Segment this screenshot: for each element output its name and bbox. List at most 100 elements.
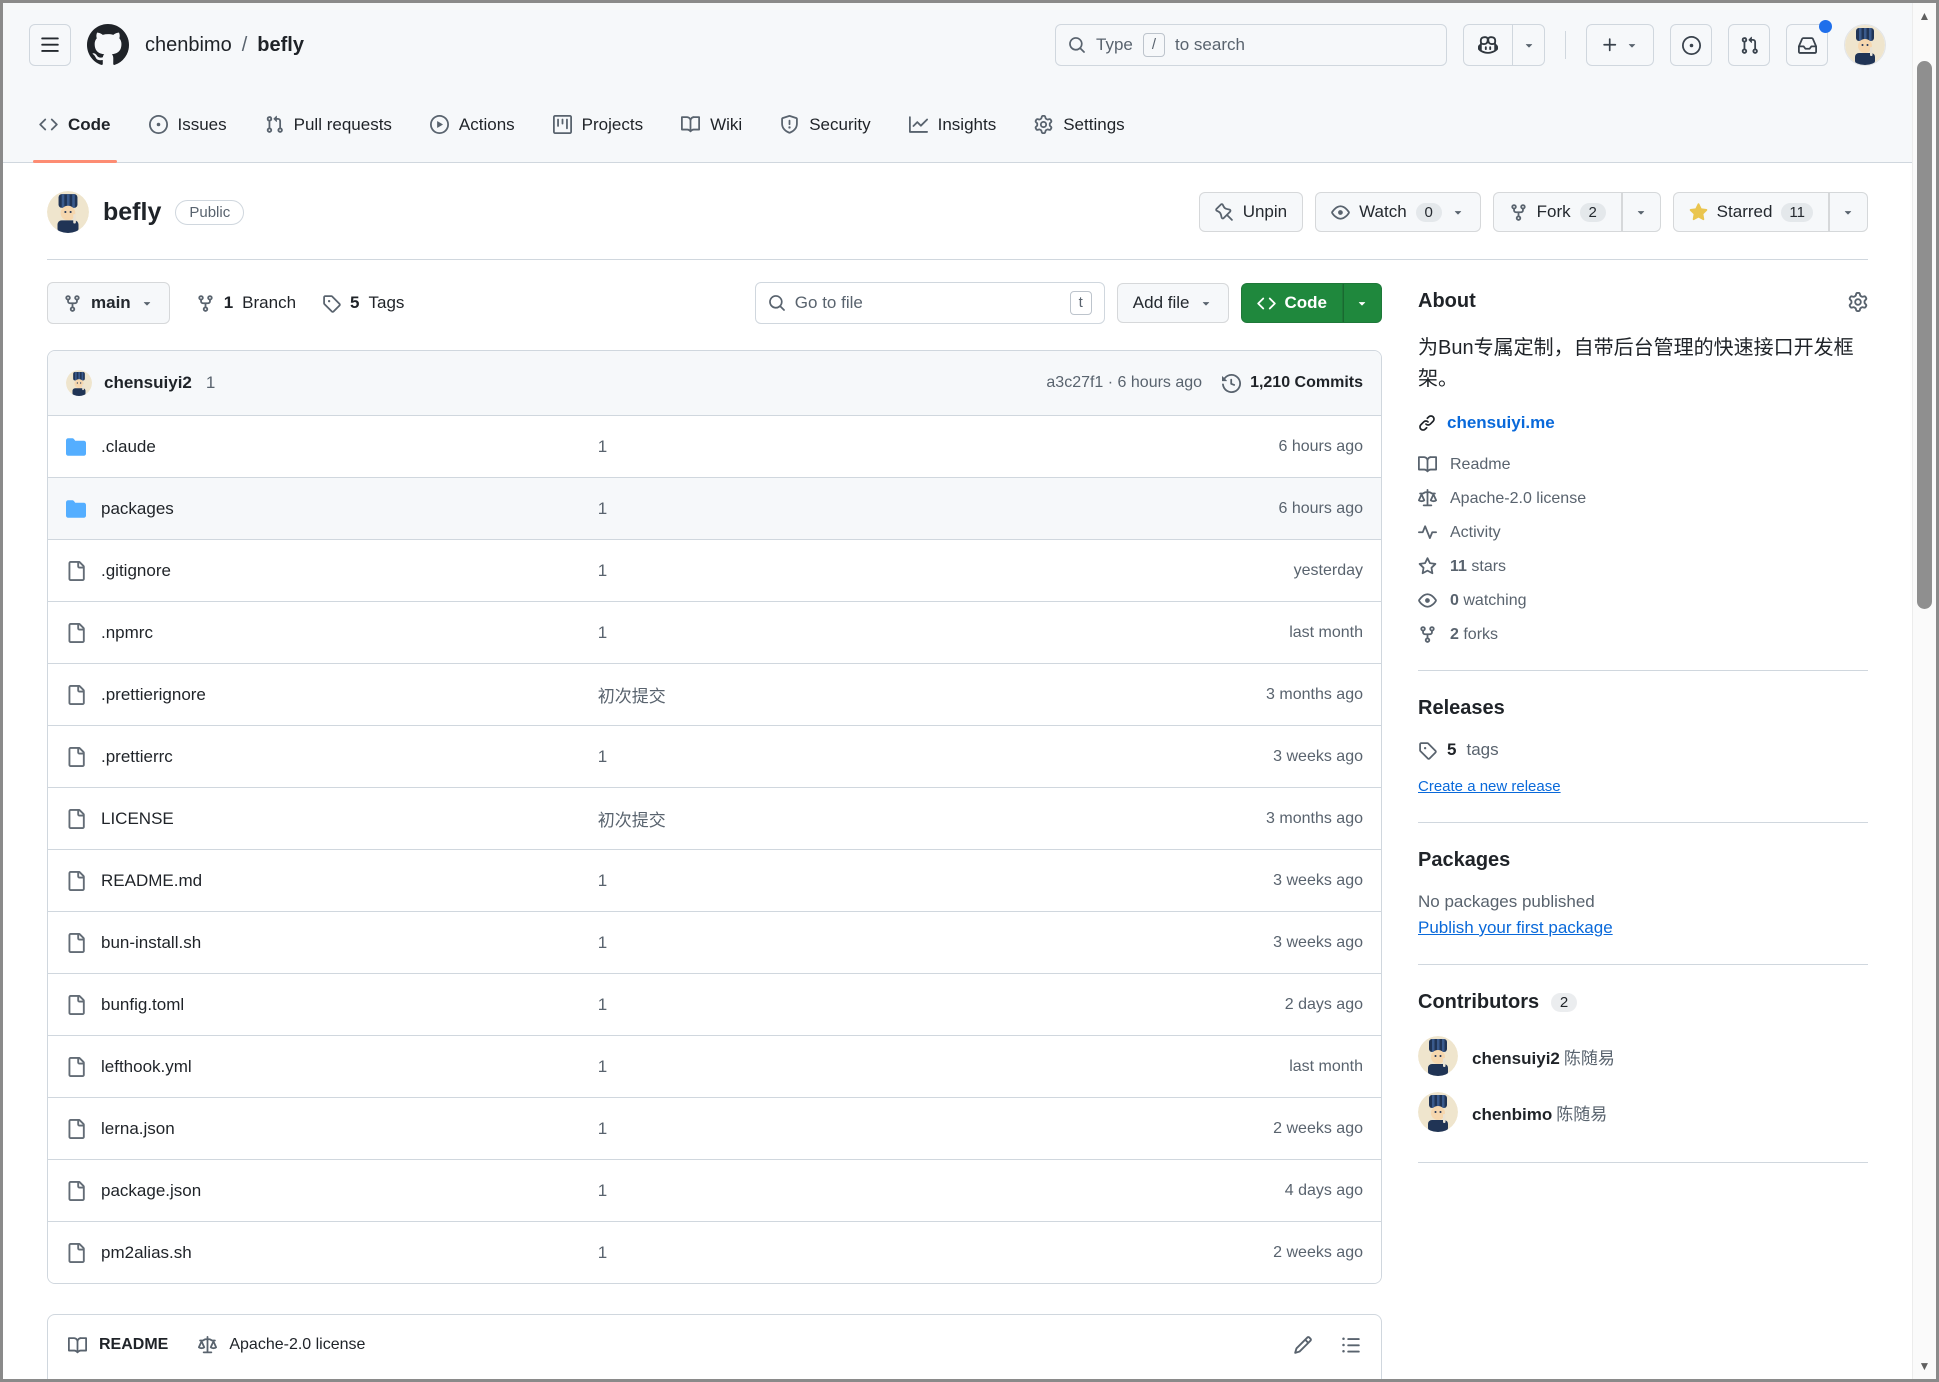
table-row[interactable]: .gitignore 1 yesterday: [48, 539, 1381, 601]
tab-insights[interactable]: Insights: [893, 87, 1013, 162]
table-row[interactable]: package.json 1 4 days ago: [48, 1159, 1381, 1221]
fork-button[interactable]: Fork 2: [1493, 192, 1622, 232]
add-file-button[interactable]: Add file: [1117, 283, 1229, 323]
copilot-button[interactable]: [1464, 25, 1512, 65]
table-row[interactable]: lefthook.yml 1 last month: [48, 1035, 1381, 1097]
commit-message-link[interactable]: 1: [206, 373, 215, 393]
scrollbar-down-arrow[interactable]: ▼: [1913, 1357, 1936, 1375]
commit-date: 3 weeks ago: [1133, 872, 1363, 890]
commit-message[interactable]: 1: [598, 437, 1133, 457]
website-link[interactable]: chensuiyi.me: [1447, 413, 1555, 433]
watch-button[interactable]: Watch 0: [1315, 192, 1481, 232]
tab-code[interactable]: Code: [23, 87, 127, 162]
readme-link[interactable]: Readme: [1418, 455, 1868, 474]
tab-license[interactable]: Apache-2.0 license: [198, 1336, 365, 1355]
commit-message[interactable]: 1: [598, 933, 1133, 953]
commit-message[interactable]: 1: [598, 995, 1133, 1015]
commit-message[interactable]: 1: [598, 499, 1133, 519]
pull-requests-dashboard-button[interactable]: [1728, 24, 1770, 66]
commit-date: 2 days ago: [1133, 996, 1363, 1014]
breadcrumb-owner[interactable]: chenbimo: [145, 34, 232, 57]
table-row[interactable]: pm2alias.sh 1 2 weeks ago: [48, 1221, 1381, 1283]
commit-message[interactable]: 1: [598, 1119, 1133, 1139]
commit-message[interactable]: 1: [598, 1243, 1133, 1263]
commit-author-link[interactable]: chensuiyi2: [104, 373, 192, 393]
go-to-file-input[interactable]: [795, 293, 1061, 313]
github-logo[interactable]: [87, 24, 129, 66]
commit-date: 3 weeks ago: [1133, 748, 1363, 766]
commit-history-link[interactable]: 1,210 Commits: [1222, 374, 1363, 393]
stars-link[interactable]: 11 stars: [1418, 557, 1868, 576]
hamburger-menu-button[interactable]: [29, 24, 71, 66]
tab-actions[interactable]: Actions: [414, 87, 531, 162]
table-row[interactable]: .npmrc 1 last month: [48, 601, 1381, 663]
law-icon: [198, 1336, 217, 1355]
table-row[interactable]: .prettierignore 初次提交 3 months ago: [48, 663, 1381, 725]
edit-readme-button[interactable]: [1293, 1335, 1313, 1355]
list-item[interactable]: chensuiyi2陈随易: [1418, 1036, 1868, 1076]
slash-key-hint: /: [1143, 33, 1165, 57]
breadcrumb-repo[interactable]: befly: [257, 34, 304, 57]
table-row[interactable]: lerna.json 1 2 weeks ago: [48, 1097, 1381, 1159]
tab-issues[interactable]: Issues: [133, 87, 243, 162]
code-clone-button[interactable]: Code: [1241, 283, 1344, 323]
commit-message[interactable]: 1: [598, 1057, 1133, 1077]
unpin-button[interactable]: Unpin: [1199, 192, 1303, 232]
watching-link[interactable]: 0 watching: [1418, 591, 1868, 610]
branch-selector-button[interactable]: main: [47, 282, 170, 324]
starred-button[interactable]: Starred 11: [1673, 192, 1829, 232]
vertical-scrollbar[interactable]: ▲ ▼: [1912, 3, 1936, 1379]
license-link[interactable]: Apache-2.0 license: [1418, 489, 1868, 508]
tags-summary-link[interactable]: 5 tags: [1418, 740, 1868, 760]
edit-repo-details-button[interactable]: [1848, 292, 1868, 312]
commit-message[interactable]: 初次提交: [598, 806, 1133, 831]
create-new-button[interactable]: [1586, 24, 1654, 66]
commit-message[interactable]: 1: [598, 1181, 1133, 1201]
forks-link[interactable]: 2 forks: [1418, 625, 1868, 644]
star-dropdown-button[interactable]: [1829, 192, 1868, 232]
issues-dashboard-button[interactable]: [1670, 24, 1712, 66]
notifications-inbox-button[interactable]: [1786, 24, 1828, 66]
activity-link[interactable]: Activity: [1418, 523, 1868, 542]
list-item[interactable]: chenbimo陈随易: [1418, 1092, 1868, 1132]
fork-dropdown-button[interactable]: [1622, 192, 1661, 232]
table-row[interactable]: README.md 1 3 weeks ago: [48, 849, 1381, 911]
tags-link[interactable]: 5 Tags: [322, 293, 404, 313]
table-row[interactable]: bunfig.toml 1 2 days ago: [48, 973, 1381, 1035]
create-release-link[interactable]: Create a new release: [1418, 778, 1561, 795]
copilot-dropdown-button[interactable]: [1512, 25, 1544, 65]
publish-package-link[interactable]: Publish your first package: [1418, 918, 1613, 938]
tab-security[interactable]: Security: [764, 87, 886, 162]
git-branch-icon: [196, 294, 215, 313]
branches-link[interactable]: 1 Branch: [196, 293, 296, 313]
table-row[interactable]: LICENSE 初次提交 3 months ago: [48, 787, 1381, 849]
commit-message[interactable]: 初次提交: [598, 682, 1133, 707]
table-row[interactable]: .claude 1 6 hours ago: [48, 415, 1381, 477]
table-row[interactable]: bun-install.sh 1 3 weeks ago: [48, 911, 1381, 973]
commit-sha-time[interactable]: a3c27f1 · 6 hours ago: [1046, 374, 1202, 392]
commit-message[interactable]: 1: [598, 561, 1133, 581]
commit-message[interactable]: 1: [598, 623, 1133, 643]
code-dropdown-button[interactable]: [1343, 283, 1382, 323]
star-button-group: Starred 11: [1673, 192, 1868, 232]
global-search-input[interactable]: Type / to search: [1055, 24, 1447, 66]
page-viewport: chenbimo / befly Type / to search: [3, 3, 1912, 1379]
toolbar-right-group: t Add file Code: [755, 282, 1382, 324]
star-fill-icon: [1689, 203, 1708, 222]
commit-message[interactable]: 1: [598, 871, 1133, 891]
commit-date: last month: [1133, 1058, 1363, 1076]
table-row[interactable]: .prettierrc 1 3 weeks ago: [48, 725, 1381, 787]
scrollbar-thumb[interactable]: [1917, 61, 1932, 609]
commit-message[interactable]: 1: [598, 747, 1133, 767]
scrollbar-up-arrow[interactable]: ▲: [1913, 7, 1936, 25]
tab-settings[interactable]: Settings: [1018, 87, 1140, 162]
tab-wiki[interactable]: Wiki: [665, 87, 758, 162]
user-avatar-menu[interactable]: [1844, 24, 1886, 66]
outline-button[interactable]: [1341, 1335, 1361, 1355]
tab-projects[interactable]: Projects: [537, 87, 659, 162]
page-title[interactable]: befly: [103, 198, 161, 227]
table-row[interactable]: packages 1 6 hours ago: [48, 477, 1381, 539]
shield-icon: [780, 115, 799, 134]
tab-readme[interactable]: README: [68, 1336, 168, 1355]
tab-pull-requests[interactable]: Pull requests: [249, 87, 408, 162]
